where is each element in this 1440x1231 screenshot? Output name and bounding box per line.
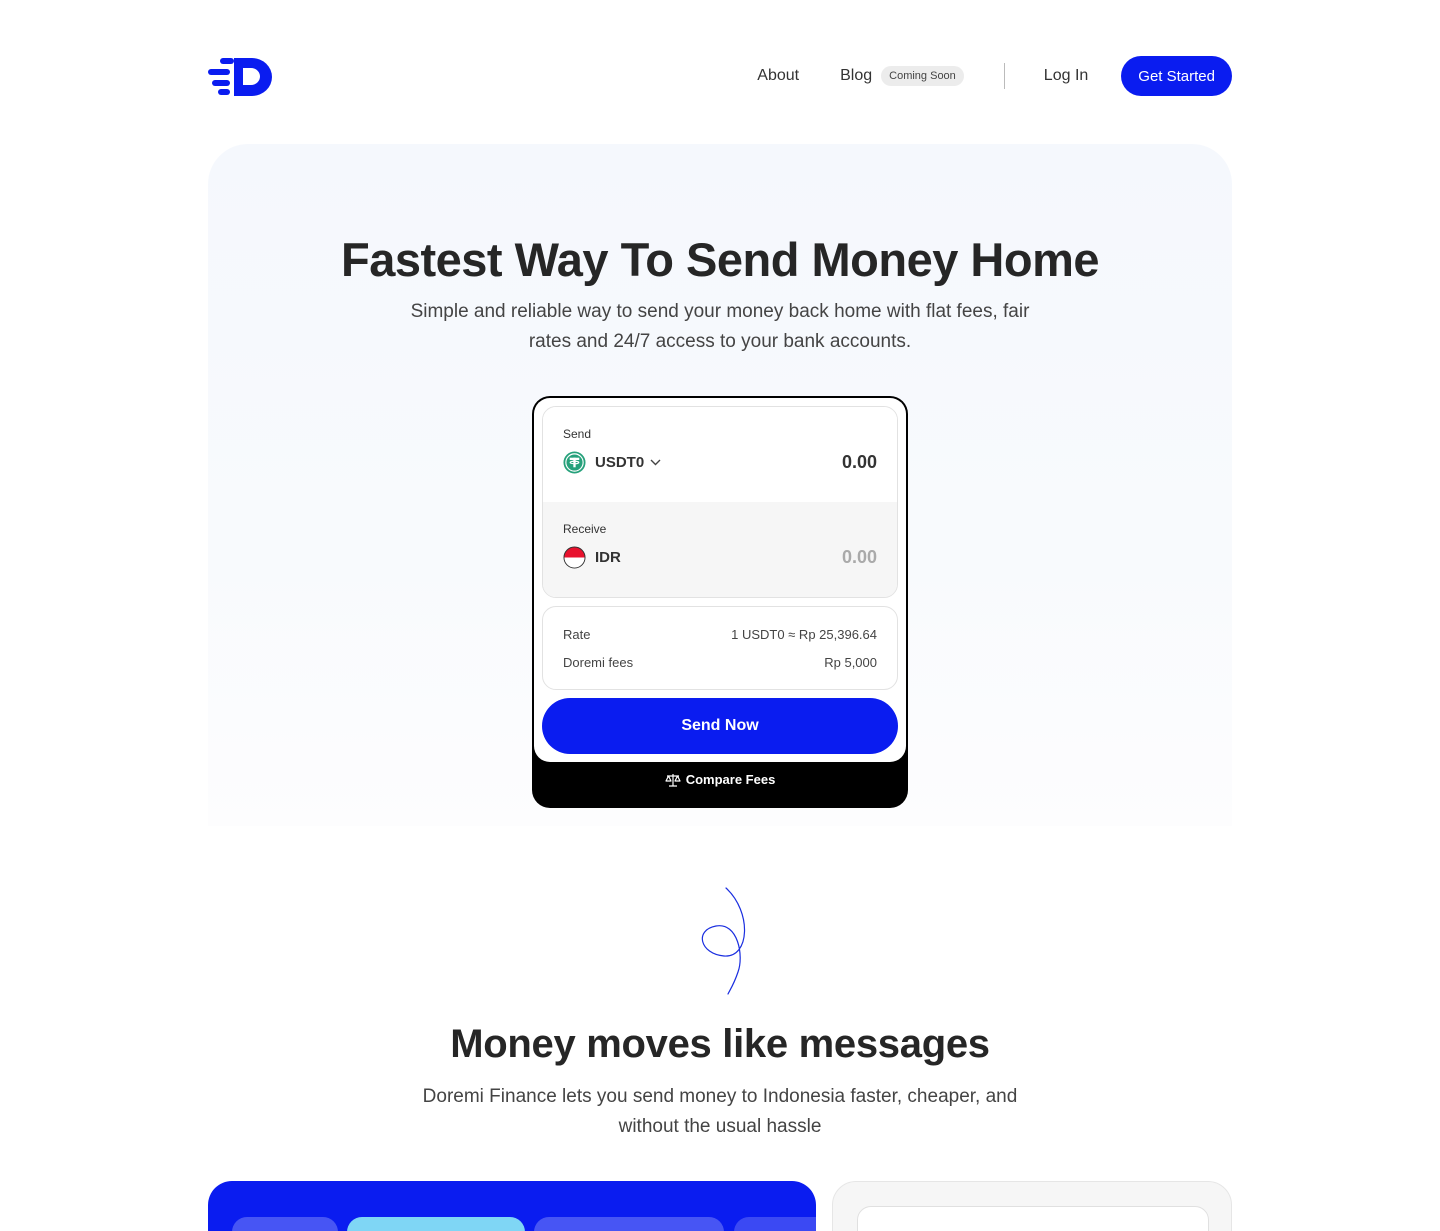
nav-blog-link[interactable]: Blog Coming Soon	[840, 66, 964, 86]
receive-currency: IDR	[563, 546, 621, 569]
get-started-button[interactable]: Get Started	[1121, 56, 1232, 96]
send-now-button[interactable]: Send Now	[542, 698, 898, 754]
feature-pill	[734, 1217, 816, 1231]
feature-pill	[347, 1217, 525, 1231]
feature-pill	[232, 1217, 338, 1231]
swirl-decoration	[701, 887, 746, 995]
receive-box: Receive IDR 0.00	[543, 502, 897, 597]
doremi-logo-icon[interactable]	[208, 56, 272, 96]
widget-body: Send USDT0 0.00 Receive IDR 0.00 Rate 1 …	[534, 398, 906, 762]
nav-about-link[interactable]: About	[757, 67, 799, 85]
rate-row: Rate 1 USDT0 ≈ Rp 25,396.64	[563, 627, 877, 642]
receive-currency-code: IDR	[595, 549, 621, 566]
indonesia-flag-icon	[563, 546, 586, 569]
send-box: Send USDT0 0.00	[543, 407, 897, 502]
transfer-widget: Send USDT0 0.00 Receive IDR 0.00 Rate 1 …	[532, 396, 908, 808]
nav-divider	[1003, 63, 1005, 89]
receive-amount: 0.00	[841, 547, 877, 567]
tether-icon	[563, 451, 586, 474]
feature-card-gray	[832, 1181, 1232, 1231]
rate-label: Rate	[563, 627, 591, 642]
send-currency-code: USDT0	[595, 454, 645, 471]
section-subtitle: Doremi Finance lets you send money to In…	[422, 1086, 1018, 1137]
login-link[interactable]: Log In	[1044, 67, 1088, 85]
hero-title: Fastest Way To Send Money Home	[340, 233, 1100, 286]
fees-row: Doremi fees Rp 5,000	[563, 655, 877, 670]
receive-label: Receive	[563, 522, 607, 536]
send-amount-input[interactable]: 0.00	[842, 452, 877, 473]
feature-card-blue	[208, 1181, 816, 1231]
fees-label: Doremi fees	[563, 655, 634, 670]
compare-fees-button[interactable]: Compare Fees	[532, 772, 908, 787]
nav-links: About Blog Coming Soon Log In Get Starte…	[757, 56, 1232, 96]
section-title: Money moves like messages	[450, 1022, 990, 1066]
nav-blog-label: Blog	[840, 67, 873, 84]
send-currency-selector[interactable]: USDT0	[563, 451, 661, 474]
compare-fees-label: Compare Fees	[685, 772, 776, 787]
chevron-down-icon	[650, 459, 661, 466]
feature-pill	[534, 1217, 724, 1231]
scale-icon	[665, 773, 681, 787]
fees-value: Rp 5,000	[824, 655, 877, 670]
hero-subtitle: Simple and reliable way to send your mon…	[410, 301, 1030, 352]
send-label: Send	[563, 427, 592, 441]
coming-soon-badge: Coming Soon	[881, 66, 964, 86]
rate-value: 1 USDT0 ≈ Rp 25,396.64	[731, 627, 877, 642]
rate-panel: Rate 1 USDT0 ≈ Rp 25,396.64 Doremi fees …	[542, 606, 898, 690]
top-nav: About Blog Coming Soon Log In Get Starte…	[208, 56, 1232, 96]
amounts-panel: Send USDT0 0.00 Receive IDR 0.00	[542, 406, 898, 598]
feature-card-inner	[857, 1206, 1209, 1231]
